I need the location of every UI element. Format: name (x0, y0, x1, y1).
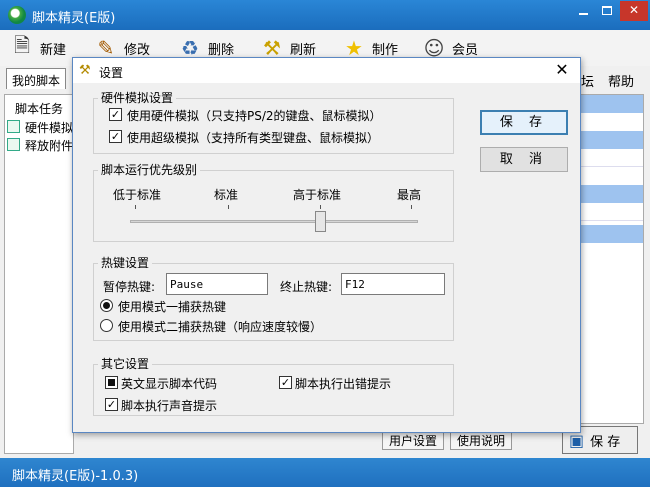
priority-slider-track[interactable] (130, 220, 418, 223)
pause-hotkey-input[interactable]: Pause (166, 273, 268, 295)
status-text: 脚本精灵(E版)-1.0.3) (12, 469, 139, 484)
tab-instructions[interactable]: 使用说明 (450, 430, 513, 450)
minimize-button[interactable] (572, 1, 594, 21)
settings-tool-icon: ⚒ (79, 63, 91, 78)
new-doc-icon: 🗎 (13, 33, 31, 57)
main-window-title: 脚本精灵(E版) (32, 11, 116, 26)
priority-slider-thumb[interactable] (315, 211, 326, 232)
pause-hotkey-label: 暂停热键: (103, 280, 156, 294)
list-row[interactable] (581, 185, 643, 203)
app-logo-icon (8, 6, 26, 24)
slider-tick (320, 205, 321, 209)
main-title-bar: 脚本精灵(E版) ✕ (0, 0, 650, 30)
dialog-title: 设置 (99, 66, 124, 80)
hotkey-mode1-label[interactable]: 使用模式一捕获热键 (118, 298, 226, 315)
new-label: 新建 (40, 42, 67, 58)
hardware-sim-label[interactable]: 使用硬件模拟（只支持PS/2的键盘、鼠标模拟） (127, 107, 382, 124)
priority-level-highest: 最高 (397, 188, 422, 202)
sound-alert-label[interactable]: 脚本执行声音提示 (121, 397, 217, 414)
list-row[interactable] (581, 225, 643, 243)
floppy-disk-icon: ▣ (569, 430, 585, 450)
script-list (580, 94, 644, 424)
script-tree: 脚本任务 硬件模拟 释放附件 (4, 94, 74, 454)
slider-tick (228, 205, 229, 209)
error-alert-label[interactable]: 脚本执行出错提示 (295, 375, 391, 392)
english-code-checkbox[interactable] (105, 376, 118, 389)
status-bar: 脚本精灵(E版)-1.0.3) (0, 458, 650, 487)
menu-help[interactable]: 帮助 (608, 71, 634, 90)
list-row[interactable] (581, 149, 643, 167)
tree-node-icon (7, 120, 20, 133)
settings-dialog: ⚒ 设置 ✕ 硬件模拟设置 ✓ 使用硬件模拟（只支持PS/2的键盘、鼠标模拟） … (72, 57, 581, 433)
maximize-button[interactable] (596, 1, 618, 21)
list-row[interactable] (581, 203, 643, 221)
other-group-title: 其它设置 (98, 355, 153, 372)
super-sim-checkbox[interactable]: ✓ (109, 130, 122, 143)
tab-my-scripts[interactable]: 我的脚本 (6, 68, 66, 89)
priority-level-normal: 标准 (214, 188, 239, 202)
hotkey-mode2-label[interactable]: 使用模式二捕获热键（响应速度较慢） (118, 318, 322, 335)
minimize-icon (578, 13, 588, 15)
new-button[interactable]: 🗎 新建 (8, 32, 66, 64)
delete-label: 删除 (208, 42, 235, 58)
dialog-cancel-button[interactable]: 取 消 (480, 147, 568, 172)
priority-level-above-normal: 高于标准 (293, 188, 342, 202)
tree-item-hardware[interactable]: 硬件模拟 (25, 119, 73, 136)
list-row[interactable] (581, 131, 643, 149)
error-alert-checkbox[interactable]: ✓ (279, 376, 292, 389)
stop-hotkey-label: 终止热键: (280, 280, 333, 294)
dialog-save-button[interactable]: 保 存 (480, 110, 568, 135)
hardware-sim-checkbox[interactable]: ✓ (109, 108, 122, 121)
maximize-icon (602, 6, 612, 15)
main-close-button[interactable]: ✕ (620, 1, 648, 21)
member-label: 会员 (452, 42, 479, 58)
sound-alert-checkbox[interactable]: ✓ (105, 398, 118, 411)
dialog-close-button[interactable]: ✕ (547, 59, 577, 81)
tree-item-tasks[interactable]: 脚本任务 (15, 100, 63, 117)
menu-forum[interactable]: 坛 (581, 71, 594, 90)
slider-tick (135, 205, 136, 209)
refresh-label: 刷新 (290, 42, 317, 58)
priority-group (93, 170, 454, 242)
tree-node-icon (7, 138, 20, 151)
english-code-label[interactable]: 英文显示脚本代码 (121, 375, 217, 392)
tab-user-settings[interactable]: 用户设置 (382, 430, 445, 450)
hotkey-mode2-radio[interactable] (100, 319, 113, 332)
stop-hotkey-input[interactable]: F12 (341, 273, 445, 295)
slider-tick (411, 205, 412, 209)
super-sim-label[interactable]: 使用超级模拟（支持所有类型键盘、鼠标模拟） (127, 129, 379, 146)
edit-label: 修改 (124, 42, 151, 58)
tree-item-attachments[interactable]: 释放附件 (25, 137, 73, 154)
priority-level-below-normal: 低于标准 (113, 188, 162, 202)
priority-group-title: 脚本运行优先级别 (98, 161, 201, 178)
list-row[interactable] (581, 95, 643, 113)
main-save-label: 保 存 (590, 434, 621, 450)
make-label: 制作 (372, 42, 399, 58)
hotkey-group-title: 热键设置 (98, 254, 153, 271)
close-icon: ✕ (628, 3, 640, 17)
hardware-group-title: 硬件模拟设置 (98, 89, 177, 106)
hotkey-mode1-radio[interactable] (100, 299, 113, 312)
dialog-title-bar: ⚒ 设置 ✕ (73, 58, 580, 83)
